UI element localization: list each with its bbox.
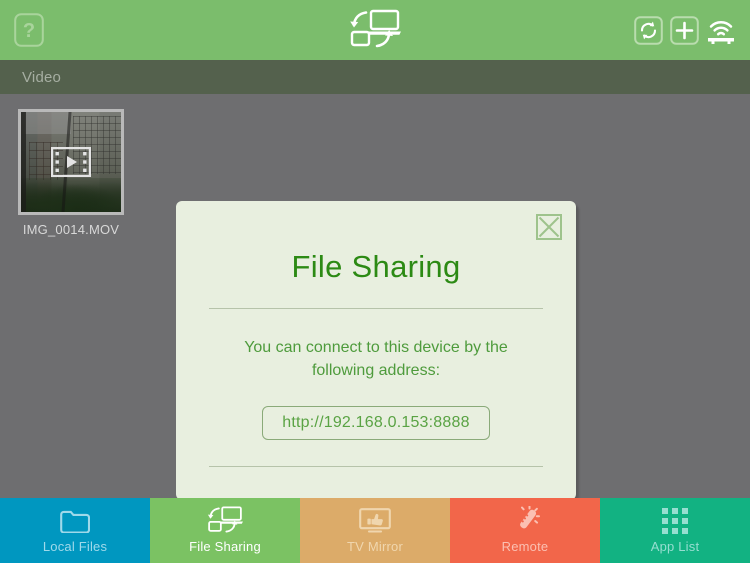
thumbnail-window-frame: [21, 112, 26, 212]
dialog-message: You can connect to this device by the fo…: [244, 339, 508, 379]
tab-tv-mirror[interactable]: TV Mirror: [300, 498, 450, 563]
tab-app-list[interactable]: App List: [600, 498, 750, 563]
grid-dots-icon: [662, 507, 688, 534]
list-item-label: IMG_0014.MOV: [22, 222, 120, 237]
question-mark-icon: ?: [14, 13, 44, 47]
tab-label: Local Files: [42, 539, 108, 554]
add-button[interactable]: [670, 15, 699, 45]
close-button[interactable]: [536, 214, 562, 240]
device-sync-icon: [207, 506, 243, 534]
tab-file-sharing[interactable]: File Sharing: [150, 498, 300, 563]
refresh-icon: [634, 15, 663, 45]
video-thumbnail[interactable]: [18, 109, 124, 215]
thumbnail-sky: [25, 112, 71, 134]
tab-local-files[interactable]: Local Files: [0, 498, 150, 563]
help-button[interactable]: ?: [14, 13, 44, 47]
tab-label: File Sharing: [189, 539, 261, 554]
tab-remote[interactable]: Remote: [450, 498, 600, 563]
list-item[interactable]: IMG_0014.MOV: [18, 109, 124, 237]
svg-text:?: ?: [23, 20, 35, 42]
category-label: Video: [22, 68, 62, 86]
bottom-tabbar: Local Files File Sharing TV Mirror Remot…: [0, 498, 750, 563]
tv-thumbsup-icon: [359, 507, 391, 534]
content-area: IMG_0014.MOV File Sharing You can connec…: [0, 94, 750, 503]
wifi-button[interactable]: [706, 16, 736, 45]
dialog-divider-bottom: [209, 466, 543, 468]
file-sharing-dialog: File Sharing You can connect to this dev…: [176, 201, 576, 500]
thumbnail-foliage: [21, 178, 121, 212]
tab-label: TV Mirror: [347, 539, 403, 554]
tab-label: App List: [650, 539, 700, 554]
category-bar: Video: [0, 60, 750, 94]
close-icon: [536, 214, 562, 240]
dialog-divider-top: [209, 308, 543, 309]
play-icon: [51, 147, 91, 177]
share-address[interactable]: http://192.168.0.153:8888: [262, 406, 490, 441]
refresh-button[interactable]: [634, 15, 663, 45]
tab-label: Remote: [501, 539, 549, 554]
address-row: http://192.168.0.153:8888: [176, 406, 576, 441]
header-left-group: ?: [14, 13, 44, 47]
header-actions: [634, 15, 736, 45]
app-header: ?: [0, 0, 750, 60]
plus-icon: [670, 15, 699, 45]
wifi-icon: [708, 20, 734, 44]
folder-icon: [60, 507, 90, 534]
magic-wand-icon: [509, 506, 541, 534]
device-sync-icon: [350, 9, 401, 48]
page-title: File Sharing: [291, 249, 461, 284]
